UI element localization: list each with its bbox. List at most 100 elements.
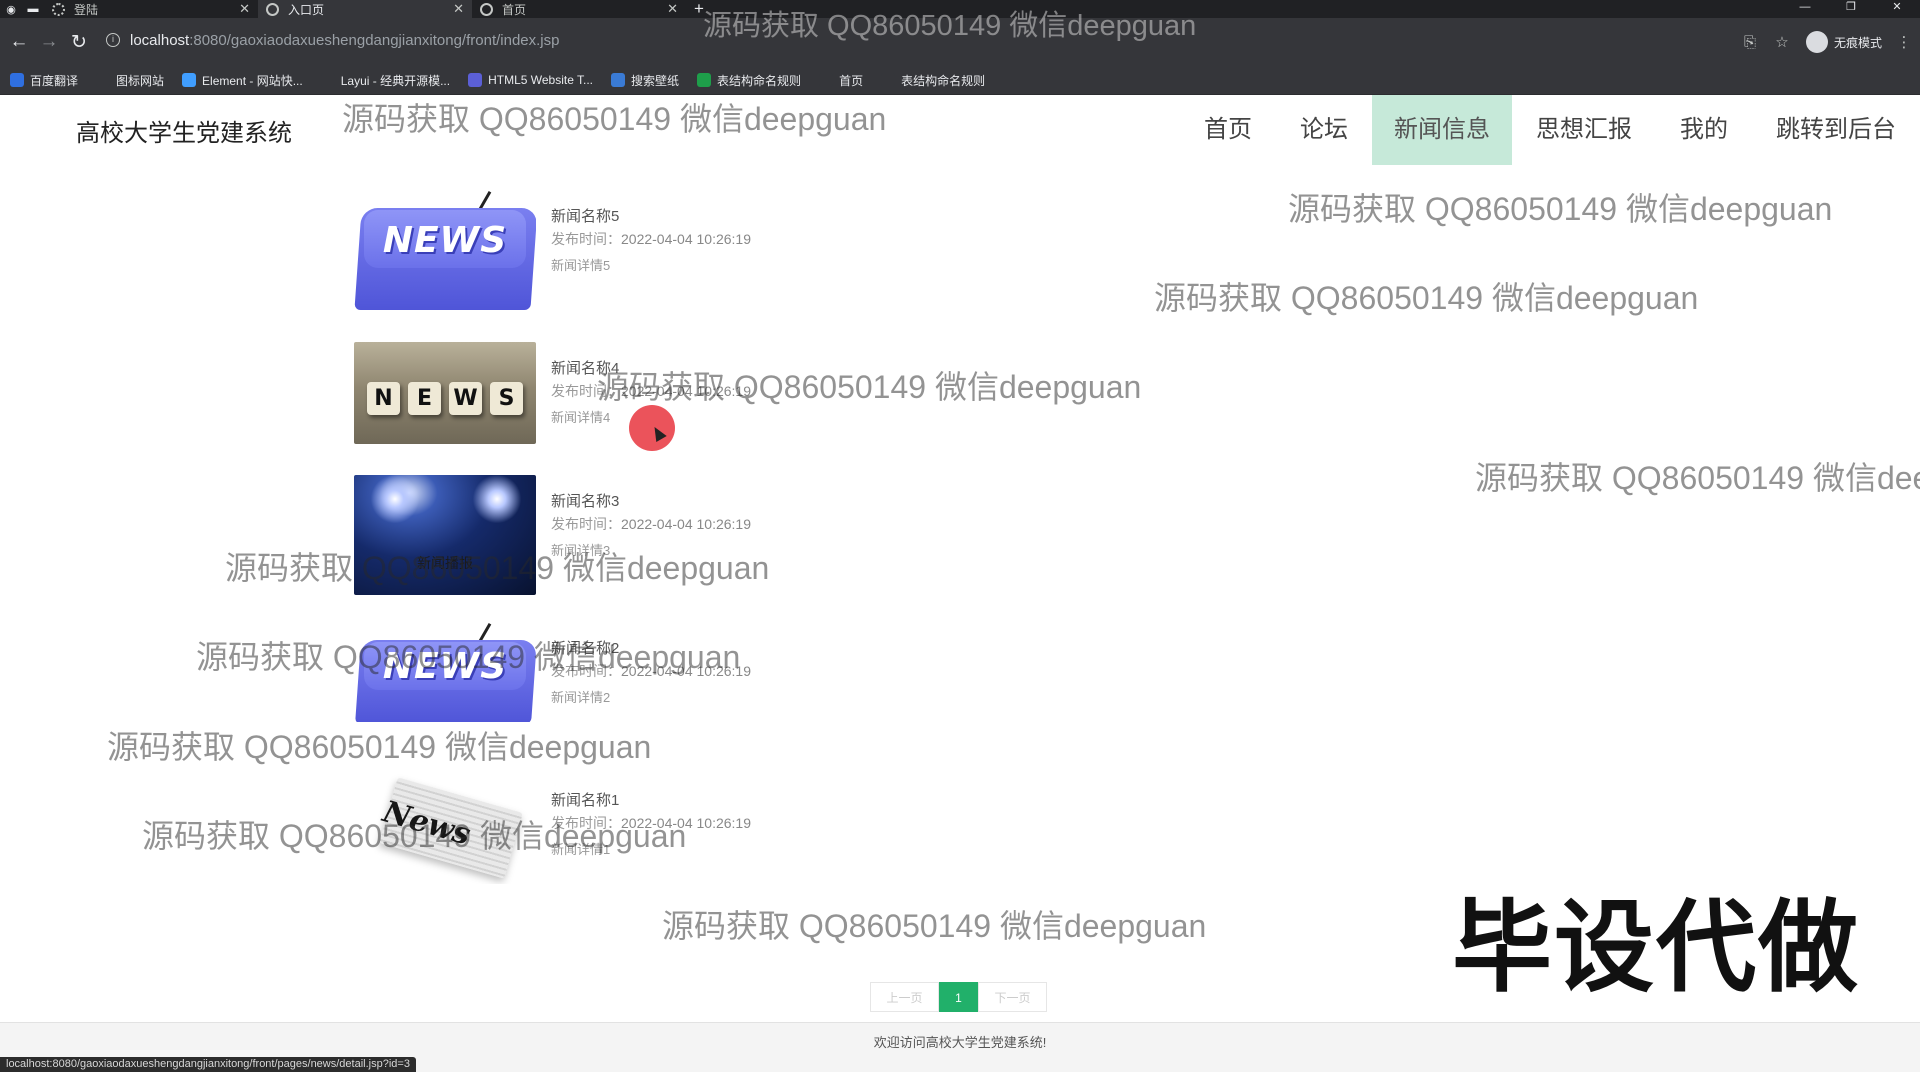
next-page-button[interactable]: 下一页 — [978, 982, 1047, 1012]
bookmark-item[interactable]: Element - 网站快... — [182, 72, 303, 89]
list-item[interactable]: N E W S 新闻名称4 发布时间：2022-04-04 10:26:19 新… — [354, 342, 1564, 444]
bookmark-item[interactable]: 图标网站 — [96, 72, 164, 89]
news-body: 新闻名称1 发布时间：2022-04-04 10:26:19 新闻详情1 — [551, 774, 751, 884]
time-value: 2022-04-04 10:26:19 — [621, 383, 751, 399]
page-number-button[interactable]: 1 — [939, 982, 978, 1012]
reload-icon[interactable]: ↻ — [64, 27, 94, 57]
status-bar-url: localhost:8080/gaoxiaodaxueshengdangjian… — [0, 1057, 416, 1072]
browser-tab-strip: ◉ ▬ 登陆 ✕ 入口页 ✕ 首页 ✕ + — ❐ ✕ — [0, 0, 1920, 18]
forward-icon[interactable]: → — [34, 27, 64, 57]
incognito-profile[interactable]: 无痕模式 — [1805, 31, 1882, 53]
minimize-icon[interactable]: — — [1782, 0, 1828, 18]
more-menu-icon[interactable]: ⋮ — [1888, 33, 1920, 51]
new-tab-button[interactable]: + — [686, 0, 712, 18]
list-item[interactable]: News 新闻名称1 发布时间：2022-04-04 10:26:19 新闻详情… — [354, 774, 1564, 884]
tab-title: 入口页 — [288, 2, 325, 17]
toolbar-actions: ⎘ ☆ 无痕模式 ⋮ — [1734, 27, 1920, 57]
layui-icon — [320, 73, 335, 87]
time-value: 2022-04-04 10:26:19 — [621, 815, 751, 831]
watermark: 源码获取 QQ86050149 微信deepguan — [107, 729, 652, 765]
nav-item-mine[interactable]: 我的 — [1656, 95, 1752, 165]
tab-search-icon[interactable]: ◉ — [0, 0, 22, 18]
news-title[interactable]: 新闻名称4 — [551, 357, 751, 381]
flag-icon — [96, 73, 111, 87]
bookmark-label: 图标网站 — [116, 73, 165, 88]
bookmark-item[interactable]: 百度翻译 — [10, 72, 78, 89]
time-label: 发布时间： — [551, 383, 621, 399]
browser-tab-login[interactable]: 登陆 ✕ — [44, 0, 258, 18]
news-body: 新闻名称3 发布时间：2022-04-04 10:26:19 新闻详情3 — [551, 475, 751, 595]
window-menu-icon[interactable]: ▬ — [22, 0, 44, 18]
list-item[interactable]: NEWS 新闻名称2 发布时间：2022-04-04 10:26:19 新闻详情… — [354, 622, 1564, 722]
nav-item-admin[interactable]: 跳转到后台 — [1752, 95, 1920, 165]
news-title[interactable]: 新闻名称5 — [551, 205, 751, 229]
bookmark-item[interactable]: 表结构命名规则 — [697, 72, 801, 89]
bookmark-star-icon[interactable]: ☆ — [1766, 33, 1798, 51]
tab-title: 首页 — [502, 2, 527, 17]
news-time: 发布时间：2022-04-04 10:26:19 — [551, 381, 751, 407]
image-letter: S — [490, 382, 523, 415]
main-nav: 首页 论坛 新闻信息 思想汇报 我的 跳转到后台 — [1180, 95, 1920, 165]
nav-item-forum[interactable]: 论坛 — [1276, 95, 1372, 165]
image-letter: W — [449, 382, 482, 415]
close-icon[interactable]: ✕ — [239, 1, 250, 17]
site-header: 高校大学生党建系统 首页 论坛 新闻信息 思想汇报 我的 跳转到后台 — [0, 95, 1920, 165]
news-time: 发布时间：2022-04-04 10:26:19 — [551, 813, 751, 839]
list-item[interactable]: 新闻播报 新闻名称3 发布时间：2022-04-04 10:26:19 新闻详情… — [354, 475, 1564, 595]
element-icon — [182, 73, 197, 87]
nav-item-news[interactable]: 新闻信息 — [1372, 95, 1512, 165]
news-title[interactable]: 新闻名称3 — [551, 490, 751, 514]
back-icon[interactable]: ← — [4, 27, 34, 57]
image-caption: 新闻播报 — [417, 555, 473, 571]
browser-tab-entry[interactable]: 入口页 ✕ — [258, 0, 472, 18]
bookmark-item[interactable]: HTML5 Website T... — [468, 73, 593, 87]
time-label: 发布时间： — [551, 815, 621, 831]
wallpaper-icon — [611, 73, 626, 87]
list-item[interactable]: NEWS 新闻名称5 发布时间：2022-04-04 10:26:19 新闻详情… — [354, 190, 1564, 310]
nav-item-reports[interactable]: 思想汇报 — [1512, 95, 1656, 165]
time-value: 2022-04-04 10:26:19 — [621, 663, 751, 679]
bookmark-item[interactable]: 首页 — [819, 72, 863, 89]
news-body: 新闻名称2 发布时间：2022-04-04 10:26:19 新闻详情2 — [551, 622, 751, 722]
bookmark-item[interactable]: 搜索壁纸 — [611, 72, 679, 89]
tab-title: 登陆 — [74, 2, 99, 17]
bookmark-label: 表结构命名规则 — [717, 73, 802, 88]
news-cubes-image[interactable]: N E W S — [354, 342, 536, 444]
close-icon[interactable]: ✕ — [453, 1, 464, 17]
address-bar[interactable]: i localhost :8080/gaoxiaodaxueshengdangj… — [106, 25, 1726, 55]
image-word: NEWS — [382, 220, 508, 261]
news-paper-image[interactable]: News — [354, 774, 536, 884]
nav-item-home[interactable]: 首页 — [1180, 95, 1276, 165]
time-value: 2022-04-04 10:26:19 — [621, 231, 751, 247]
site-info-icon[interactable]: i — [106, 33, 120, 47]
bookmark-item[interactable]: 表结构命名规则 — [881, 72, 985, 89]
window-controls: — ❐ ✕ — [1782, 0, 1920, 18]
news-detail: 新闻详情5 — [551, 258, 611, 273]
loading-icon — [52, 2, 65, 16]
news-title[interactable]: 新闻名称1 — [551, 789, 751, 813]
promo-banner: 毕设代做 — [1452, 889, 1860, 1006]
bookmark-label: 表结构命名规则 — [901, 73, 986, 88]
close-icon[interactable]: ✕ — [667, 1, 678, 17]
bookmark-label: 搜索壁纸 — [631, 73, 680, 88]
url-path: :8080/gaoxiaodaxueshengdangjianxitong/fr… — [189, 31, 560, 49]
bookmark-label: 首页 — [839, 73, 864, 88]
browser-tab-home[interactable]: 首页 ✕ — [472, 0, 686, 18]
news-title[interactable]: 新闻名称2 — [551, 637, 751, 661]
restore-icon[interactable]: ❐ — [1828, 0, 1874, 18]
news-detail: 新闻详情2 — [551, 690, 611, 705]
globe-icon — [480, 2, 493, 16]
profile-label: 无痕模式 — [1833, 35, 1882, 50]
news-key-image[interactable]: NEWS — [354, 622, 536, 722]
site-title: 高校大学生党建系统 — [76, 120, 292, 147]
news-stage-image[interactable]: 新闻播报 — [354, 475, 536, 595]
news-key-image[interactable]: NEWS — [354, 190, 536, 310]
close-window-icon[interactable]: ✕ — [1874, 0, 1920, 18]
bookmark-item[interactable]: Layui - 经典开源模... — [320, 72, 450, 89]
news-time: 发布时间：2022-04-04 10:26:19 — [551, 229, 751, 255]
watermark: 源码获取 QQ86050149 微信deepguan — [662, 908, 1207, 944]
translate-icon[interactable]: ⎘ — [1734, 34, 1766, 51]
bookmark-label: HTML5 Website T... — [488, 73, 594, 87]
bookmark-label: 百度翻译 — [30, 73, 79, 88]
prev-page-button[interactable]: 上一页 — [870, 982, 939, 1012]
